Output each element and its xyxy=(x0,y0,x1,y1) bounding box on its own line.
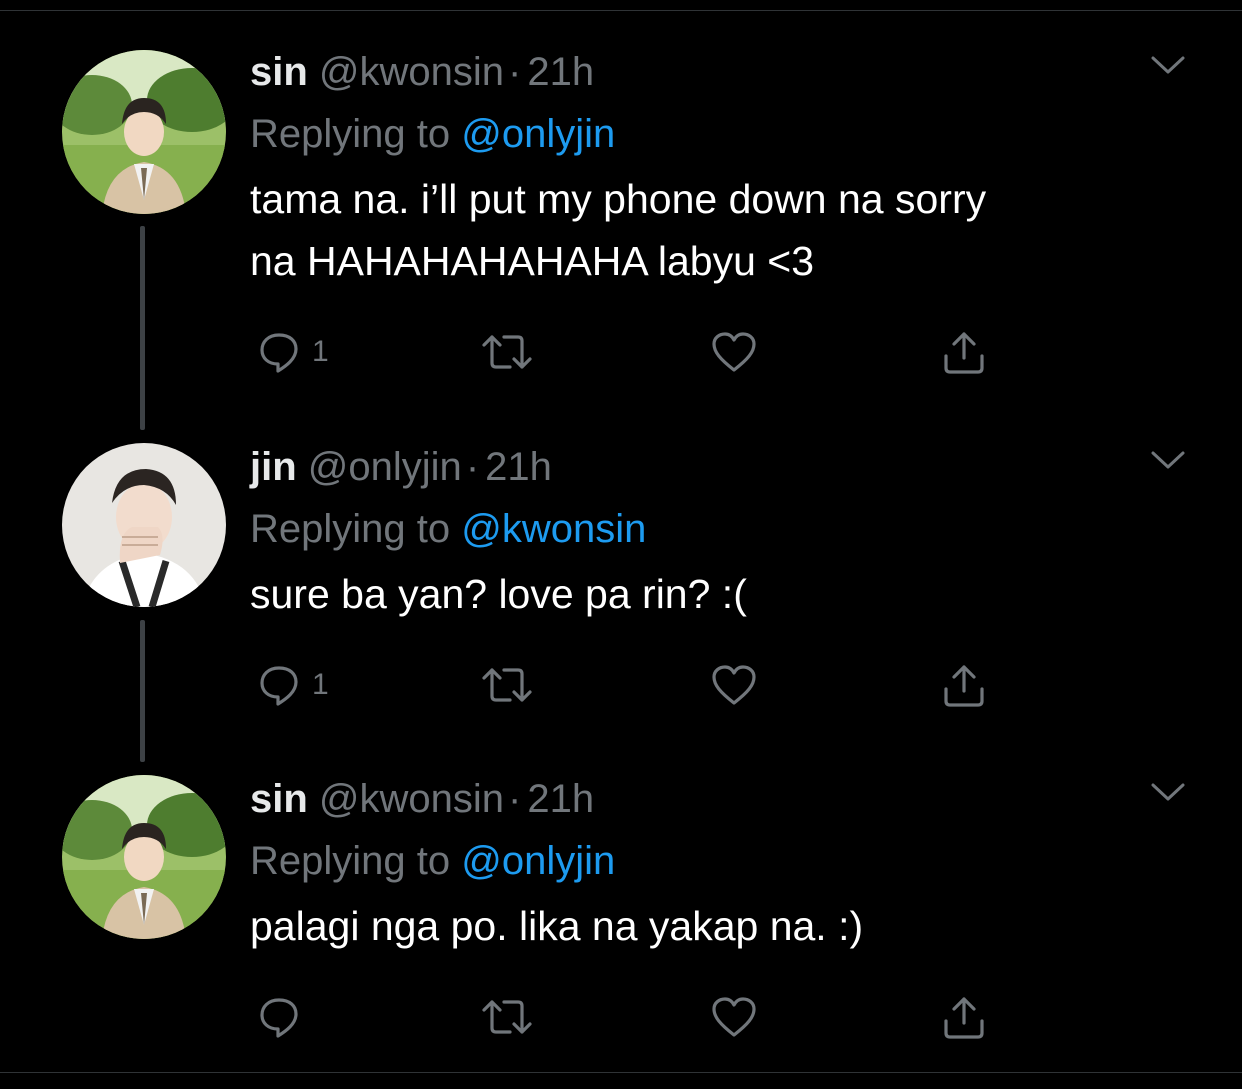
reply-count: 1 xyxy=(312,335,329,368)
mention-link[interactable]: @kwonsin xyxy=(461,507,646,551)
retweet-icon xyxy=(480,994,534,1040)
replying-prefix: Replying to xyxy=(250,112,451,156)
tweet-actions xyxy=(250,989,1010,1045)
like-button[interactable] xyxy=(710,324,758,380)
reply-icon xyxy=(256,994,302,1040)
chevron-down-icon[interactable] xyxy=(1150,54,1186,78)
bottom-divider xyxy=(0,1072,1242,1073)
replying-to: Replying to @kwonsin xyxy=(250,501,646,557)
reply-button[interactable] xyxy=(256,989,312,1045)
display-name[interactable]: jin xyxy=(250,445,297,489)
tweet-text: palagi nga po. lika na yakap na. :) xyxy=(250,895,1150,957)
heart-icon xyxy=(710,329,758,375)
share-icon xyxy=(940,993,988,1041)
replying-prefix: Replying to xyxy=(250,839,451,883)
top-divider xyxy=(0,10,1242,11)
tweet-text: sure ba yan? love pa rin? :( xyxy=(250,563,1150,625)
chevron-down-icon[interactable] xyxy=(1150,449,1186,473)
retweet-icon xyxy=(480,329,534,375)
share-button[interactable] xyxy=(940,657,988,713)
tweet-actions: 1 xyxy=(250,324,1010,380)
reply-count: 1 xyxy=(312,668,329,701)
retweet-button[interactable] xyxy=(480,324,534,380)
replying-to: Replying to @onlyjin xyxy=(250,106,615,162)
avatar[interactable] xyxy=(62,443,226,607)
avatar[interactable] xyxy=(62,50,226,214)
tweet-text: tama na. i’ll put my phone down na sorry… xyxy=(250,168,1150,292)
separator-dot: · xyxy=(508,50,522,94)
share-button[interactable] xyxy=(940,324,988,380)
retweet-button[interactable] xyxy=(480,989,534,1045)
heart-icon xyxy=(710,994,758,1040)
share-button[interactable] xyxy=(940,989,988,1045)
reply-button[interactable]: 1 xyxy=(256,657,329,713)
separator-dot: · xyxy=(508,777,522,821)
mention-link[interactable]: @onlyjin xyxy=(461,839,615,883)
tweet-text-line: tama na. i’ll put my phone down na sorry xyxy=(250,176,987,222)
tweet-text-line: sure ba yan? love pa rin? :( xyxy=(250,571,747,617)
display-name[interactable]: sin xyxy=(250,50,308,94)
tweet[interactable]: jin @onlyjin · 21h Replying to @kwonsin su… xyxy=(0,435,1242,735)
like-button[interactable] xyxy=(710,989,758,1045)
heart-icon xyxy=(710,662,758,708)
retweet-icon xyxy=(480,662,534,708)
tweet-text-line: na HAHAHAHAHAHA labyu <3 xyxy=(250,238,815,284)
timestamp[interactable]: 21h xyxy=(527,777,594,821)
tweet[interactable]: sin @kwonsin · 21h Replying to @onlyjin ta… xyxy=(0,40,1242,400)
tweet-text-line: palagi nga po. lika na yakap na. :) xyxy=(250,903,864,949)
retweet-button[interactable] xyxy=(480,657,534,713)
reply-icon xyxy=(256,662,302,708)
user-handle[interactable]: @kwonsin xyxy=(319,50,504,94)
user-handle[interactable]: @kwonsin xyxy=(319,777,504,821)
tweet-header: sin @kwonsin · 21h xyxy=(250,769,594,829)
mention-link[interactable]: @onlyjin xyxy=(461,112,615,156)
display-name[interactable]: sin xyxy=(250,777,308,821)
user-handle[interactable]: @onlyjin xyxy=(308,445,462,489)
share-icon xyxy=(940,328,988,376)
share-icon xyxy=(940,661,988,709)
reply-button[interactable]: 1 xyxy=(256,324,329,380)
replying-to: Replying to @onlyjin xyxy=(250,833,615,889)
timestamp[interactable]: 21h xyxy=(485,445,552,489)
reply-icon xyxy=(256,329,302,375)
tweet[interactable]: sin @kwonsin · 21h Replying to @onlyjin pa… xyxy=(0,767,1242,1067)
tweet-header: jin @onlyjin · 21h xyxy=(250,437,552,497)
timestamp[interactable]: 21h xyxy=(527,50,594,94)
tweet-header: sin @kwonsin · 21h xyxy=(250,42,594,102)
chevron-down-icon[interactable] xyxy=(1150,781,1186,805)
avatar[interactable] xyxy=(62,775,226,939)
tweet-actions: 1 xyxy=(250,657,1010,713)
separator-dot: · xyxy=(465,445,480,489)
like-button[interactable] xyxy=(710,657,758,713)
replying-prefix: Replying to xyxy=(250,507,451,551)
